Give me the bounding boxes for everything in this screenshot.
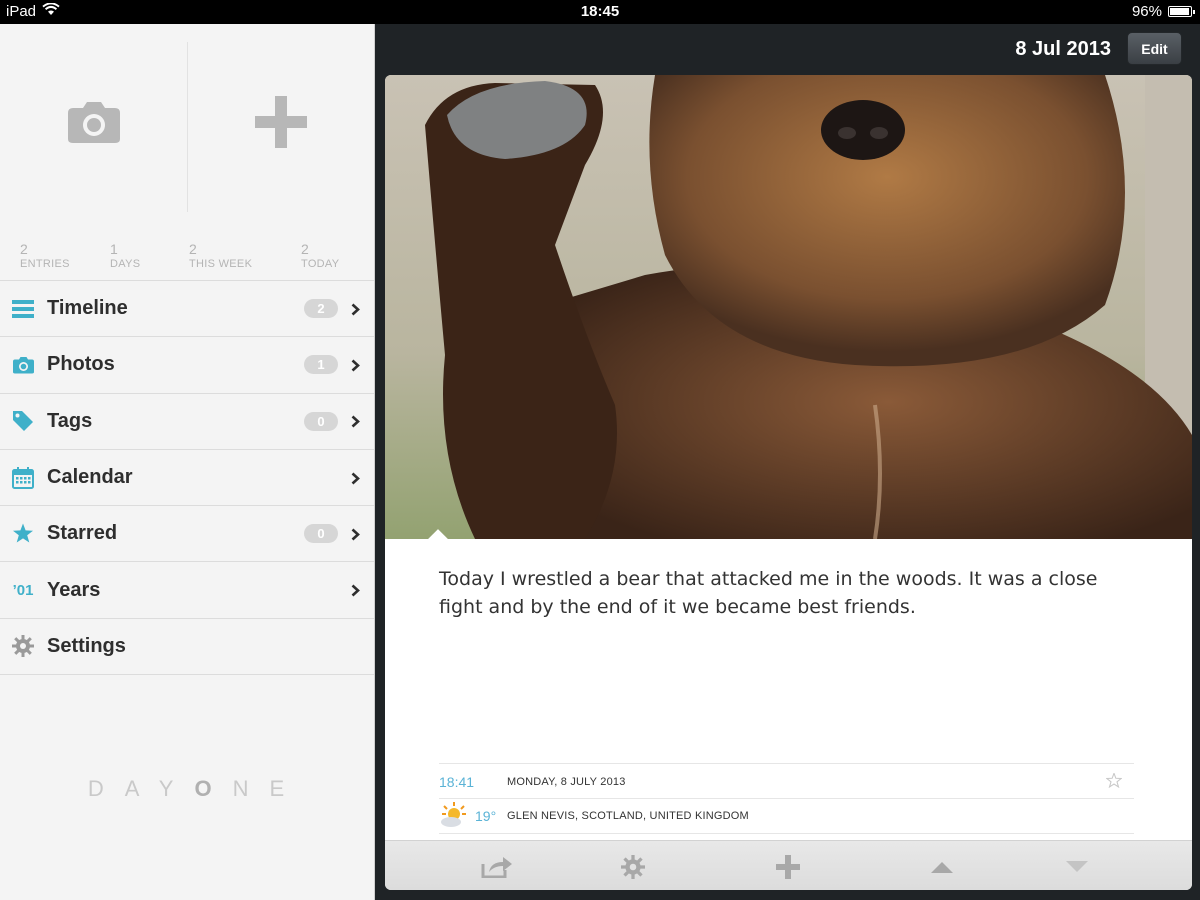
- logo-letter: E: [269, 776, 306, 801]
- count-badge: 1: [304, 355, 338, 375]
- temperature: 19°: [475, 808, 497, 824]
- edit-button[interactable]: Edit: [1127, 32, 1182, 65]
- star-toggle-icon[interactable]: [1105, 771, 1123, 793]
- chevron-right-icon: [351, 528, 360, 546]
- logo-letter: A: [124, 776, 159, 801]
- stat-value: 2: [301, 241, 309, 257]
- sidebar-item-label: Years: [47, 578, 101, 601]
- sidebar-item-timeline[interactable]: Timeline 2: [0, 281, 374, 338]
- stat-label: TODAY: [301, 258, 340, 270]
- entry-full-date: MONDAY, 8 JULY 2013: [507, 775, 626, 788]
- partly-sunny-icon: [439, 801, 469, 832]
- gear-icon[interactable]: [613, 853, 653, 881]
- sidebar-item-calendar[interactable]: Calendar: [0, 450, 374, 507]
- nav-list: Timeline 2 Photos 1 Tags 0 Calendar Star…: [0, 281, 374, 676]
- stat-entries: 2 ENTRIES: [20, 241, 70, 271]
- sidebar-item-tags[interactable]: Tags 0: [0, 394, 374, 450]
- sidebar-item-label: Tags: [47, 409, 93, 432]
- logo-letter: D: [87, 776, 125, 801]
- app-logo: DAYONE: [0, 776, 375, 802]
- sidebar-item-years[interactable]: ’01 Years: [0, 562, 374, 619]
- entry-date-title: 8 Jul 2013: [1015, 38, 1111, 60]
- entry-header: 8 Jul 2013 Edit: [376, 24, 1200, 75]
- up-arrow-icon[interactable]: [922, 853, 962, 881]
- plus-icon[interactable]: [768, 853, 808, 881]
- entry-location: GLEN NEVIS, SCOTLAND, UNITED KINGDOM: [507, 810, 749, 822]
- tag-icon: [11, 410, 35, 432]
- stat-value: 1: [110, 241, 118, 257]
- sidebar: 2 ENTRIES 1 DAYS 2 THIS WEEK 2 TODAY Timelin…: [0, 24, 375, 900]
- entry-time: 18:41: [439, 773, 475, 790]
- sidebar-item-settings[interactable]: Settings: [0, 619, 374, 676]
- sidebar-item-starred[interactable]: Starred 0: [0, 506, 374, 563]
- stat-value: 2: [189, 241, 197, 257]
- add-photo-button[interactable]: [0, 24, 187, 225]
- stat-value: 2: [20, 241, 28, 257]
- stat-days: 1 DAYS: [110, 241, 140, 271]
- sidebar-item-label: Starred: [47, 522, 118, 545]
- new-entry-button[interactable]: [187, 24, 374, 225]
- bear-photo: [385, 75, 1192, 539]
- count-badge: 0: [304, 411, 338, 431]
- sidebar-item-label: Photos: [47, 353, 115, 376]
- chevron-right-icon: [351, 472, 360, 490]
- sidebar-item-photos[interactable]: Photos 1: [0, 337, 374, 394]
- sidebar-item-label: Settings: [47, 634, 126, 657]
- chevron-right-icon: [351, 303, 360, 321]
- entry-photo[interactable]: [385, 75, 1192, 539]
- sidebar-item-label: Timeline: [47, 297, 128, 320]
- entry-card: Today I wrestled a bear that attacked me…: [385, 75, 1192, 890]
- battery-percent: 96%: [1131, 3, 1162, 20]
- plus-icon: [254, 95, 308, 154]
- logo-letter: Y: [158, 776, 195, 801]
- list-icon: [11, 299, 35, 318]
- gear-icon: [11, 635, 35, 658]
- sidebar-item-label: Calendar: [47, 466, 133, 489]
- bottom-toolbar: [385, 840, 1192, 890]
- years-icon: ’01: [12, 581, 34, 599]
- clock: 18:45: [580, 3, 620, 20]
- entry-text[interactable]: Today I wrestled a bear that attacked me…: [439, 565, 1139, 621]
- quick-actions: [0, 24, 374, 225]
- stats-bar: 2 ENTRIES 1 DAYS 2 THIS WEEK 2 TODAY: [0, 225, 374, 281]
- battery-fill: [1170, 8, 1190, 15]
- count-badge: 2: [304, 299, 338, 319]
- logo-letter: O: [194, 776, 233, 801]
- camera-icon: [11, 356, 35, 374]
- stat-label: ENTRIES: [20, 258, 70, 270]
- logo-letter: N: [232, 776, 270, 801]
- calendar-icon: [11, 466, 35, 489]
- stat-label: THIS WEEK: [189, 258, 253, 270]
- chevron-right-icon: [351, 415, 360, 433]
- star-icon: [11, 523, 35, 544]
- entry-datetime-row: 18:41 MONDAY, 8 JULY 2013: [439, 763, 1134, 799]
- chevron-right-icon: [351, 584, 360, 602]
- stat-today: 2 TODAY: [301, 241, 339, 271]
- entry-location-row: 19° GLEN NEVIS, SCOTLAND, UNITED KINGDOM: [439, 798, 1134, 834]
- share-icon[interactable]: [477, 853, 517, 881]
- count-badge: 0: [304, 524, 338, 544]
- camera-icon: [67, 100, 121, 149]
- stat-this-week: 2 THIS WEEK: [189, 241, 252, 271]
- down-arrow-icon[interactable]: [1057, 853, 1097, 881]
- battery-icon: [1168, 6, 1195, 17]
- chevron-right-icon: [351, 359, 360, 377]
- divider: [187, 42, 188, 212]
- status-bar: iPad 18:45 96%: [0, 0, 1200, 24]
- stat-label: DAYS: [110, 258, 141, 270]
